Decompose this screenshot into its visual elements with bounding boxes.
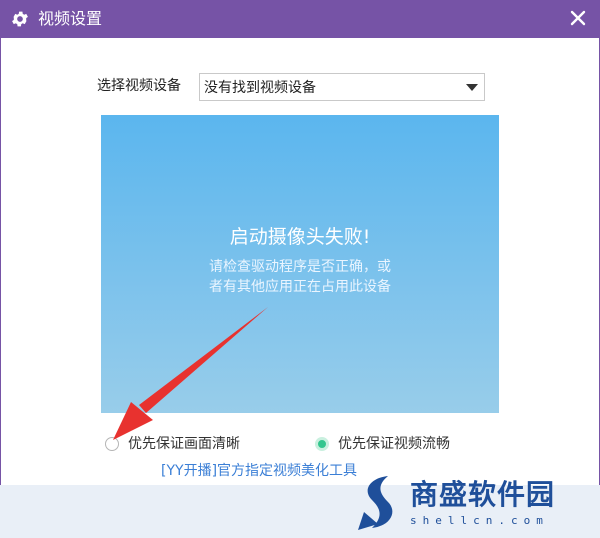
gear-icon (12, 11, 28, 27)
fluency-radio[interactable] (315, 437, 329, 451)
camera-fail-hint-line1: 请检查驱动程序是否正确，或 (209, 259, 391, 275)
camera-fail-hint-line2: 者有其他应用正在占用此设备 (209, 279, 391, 295)
close-icon[interactable] (568, 8, 588, 28)
camera-preview: 启动摄像头失败! 请检查驱动程序是否正确，或 者有其他应用正在占用此设备 (101, 115, 499, 413)
watermark-url: shellcn.com (410, 514, 549, 527)
device-select[interactable]: 没有找到视频设备 (199, 73, 485, 101)
window-title: 视频设置 (38, 9, 103, 28)
camera-fail-message: 启动摄像头失败! (229, 226, 371, 248)
fluency-label[interactable]: 优先保证视频流畅 (338, 434, 450, 454)
clarity-radio[interactable] (105, 437, 119, 451)
watermark-brand: 商盛软件园 (410, 478, 556, 511)
device-label: 选择视频设备 (97, 78, 181, 94)
clarity-label[interactable]: 优先保证画面清晰 (128, 434, 240, 454)
device-select-value: 没有找到视频设备 (204, 80, 316, 96)
title-bar: 视频设置 (0, 0, 600, 38)
camera-fail-hint: 请检查驱动程序是否正确，或 者有其他应用正在占用此设备 (101, 257, 499, 297)
beauty-tool-link[interactable]: [YY开播]官方指定视频美化工具 (161, 462, 357, 480)
watermark-logo-icon (358, 476, 393, 530)
chevron-down-icon[interactable] (466, 84, 478, 91)
